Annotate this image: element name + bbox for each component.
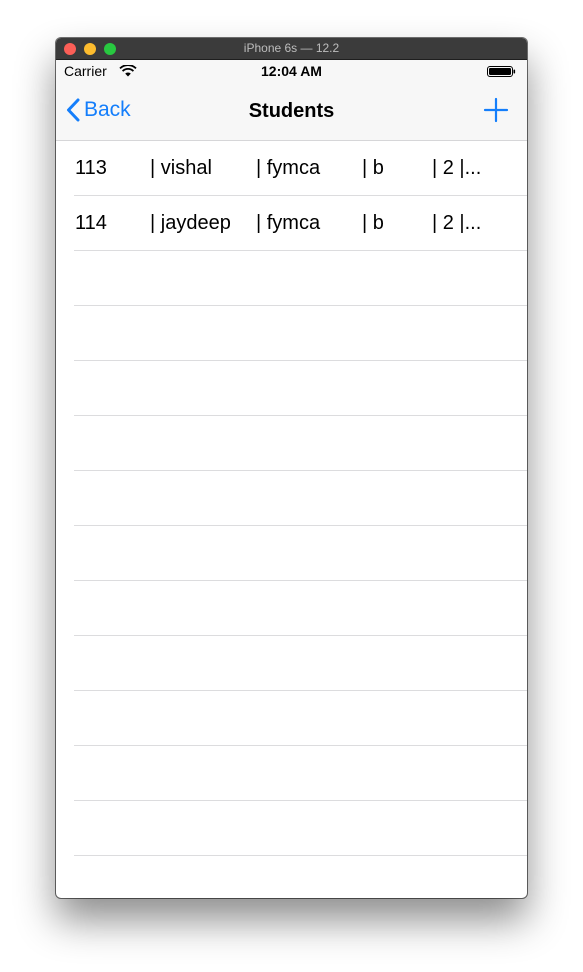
- empty-table-row: [56, 251, 527, 306]
- empty-table-row: [56, 691, 527, 746]
- plus-icon[interactable]: [482, 96, 510, 124]
- status-time: 12:04 AM: [261, 63, 322, 79]
- empty-table-row: [56, 306, 527, 361]
- table-cell: | 2 |...: [432, 212, 482, 234]
- empty-table-row: [56, 746, 527, 801]
- page-title: Students: [248, 100, 335, 122]
- table-cell: | b: [362, 157, 384, 179]
- table-cell: | jaydeep: [150, 212, 231, 234]
- empty-table-row: [56, 361, 527, 416]
- table-cell: 113: [75, 157, 107, 179]
- table-cell: 114: [75, 212, 107, 234]
- table-cell: | fymca: [256, 157, 321, 179]
- window-titlebar: iPhone 6s — 12.2: [56, 38, 527, 60]
- status-bar: Carrier 12:04 AM: [56, 60, 527, 80]
- empty-table-row: [56, 416, 527, 471]
- empty-table-row: [56, 526, 527, 581]
- window-title: iPhone 6s — 12.2: [243, 41, 340, 55]
- table-cell: | vishal: [150, 157, 212, 179]
- table-cell: | fymca: [256, 212, 321, 234]
- simulator-window: iPhone 6s — 12.2 Carrier 12:04 AM Back S…: [56, 38, 527, 898]
- table-cell: | 2 |...: [432, 157, 482, 179]
- empty-table-row: [56, 801, 527, 856]
- empty-table-row: [56, 636, 527, 691]
- empty-table-row: [56, 471, 527, 526]
- table-row[interactable]: 113 | vishal | fymca | b | 2 |...: [56, 141, 527, 196]
- empty-table-row: [56, 581, 527, 636]
- students-table: 113 | vishal | fymca | b | 2 |... 114 | jaydee…: [56, 141, 527, 856]
- table-row[interactable]: 114 | jaydeep | fymca | b | 2 |...: [56, 196, 527, 251]
- navigation-bar: Back Students: [56, 80, 527, 141]
- battery-icon: [487, 66, 516, 77]
- table-cell: | b: [362, 212, 384, 234]
